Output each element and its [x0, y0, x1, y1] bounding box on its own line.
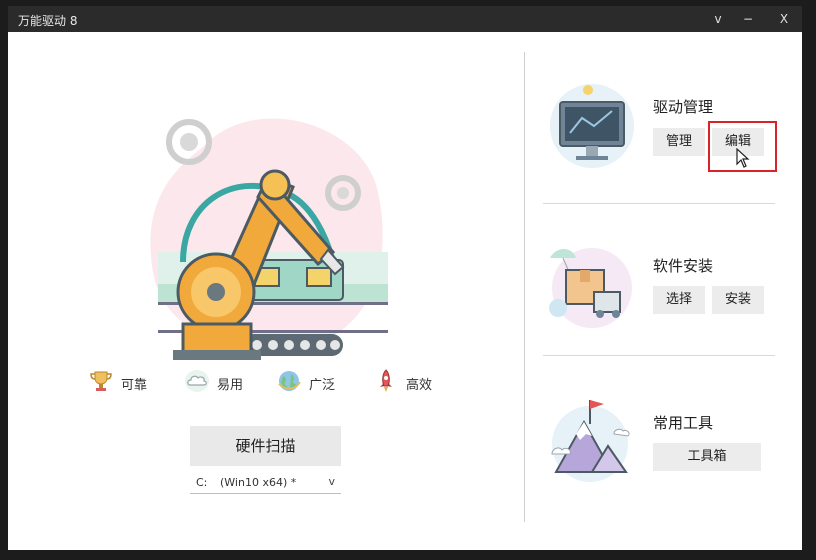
feature-label: 广泛: [309, 378, 336, 393]
section-title-driver-manage: 驱动管理: [653, 98, 714, 116]
features-row: 可靠 易用 广泛 高效: [88, 364, 448, 400]
trophy-icon: [90, 371, 112, 391]
section-title-common-tools: 常用工具: [653, 414, 714, 432]
hardware-scan-button[interactable]: 硬件扫描: [190, 426, 341, 466]
drive-select[interactable]: C: (Win10 x64) * v: [190, 472, 341, 494]
section-divider: [543, 203, 775, 204]
feature-label: 高效: [406, 378, 433, 393]
menu-chevron-button[interactable]: v: [708, 9, 728, 29]
mouse-cursor-icon: [736, 148, 750, 168]
install-button[interactable]: 安装: [712, 286, 764, 314]
monitor-icon: [550, 84, 634, 168]
minimize-button[interactable]: −: [738, 9, 758, 29]
drive-os-value: (Win10 x64) *: [220, 476, 297, 489]
chevron-down-icon: v: [328, 475, 335, 488]
package-delivery-icon: [549, 248, 632, 328]
vertical-divider: [524, 52, 525, 522]
globe-icon: [278, 371, 301, 391]
feature-label: 可靠: [121, 378, 148, 393]
manage-button[interactable]: 管理: [653, 128, 705, 156]
select-button[interactable]: 选择: [653, 286, 705, 314]
mountain-flag-icon: [551, 400, 630, 482]
section-title-software-install: 软件安装: [653, 257, 714, 275]
toolbox-button[interactable]: 工具箱: [653, 443, 761, 471]
main-window: 可靠 易用 广泛 高效 硬件扫描 C: (Win10 x64) * v 驱动管理…: [8, 32, 802, 550]
close-button[interactable]: X: [774, 9, 794, 29]
rocket-icon: [380, 369, 392, 392]
drive-letter: C:: [196, 476, 208, 489]
feature-label: 易用: [217, 378, 244, 393]
title-bar: 万能驱动 8 v − X: [8, 6, 802, 32]
section-divider: [543, 355, 775, 356]
window-title: 万能驱动 8: [18, 14, 78, 28]
robot-arm-illustration: [150, 118, 388, 360]
cloud-icon: [185, 370, 209, 392]
